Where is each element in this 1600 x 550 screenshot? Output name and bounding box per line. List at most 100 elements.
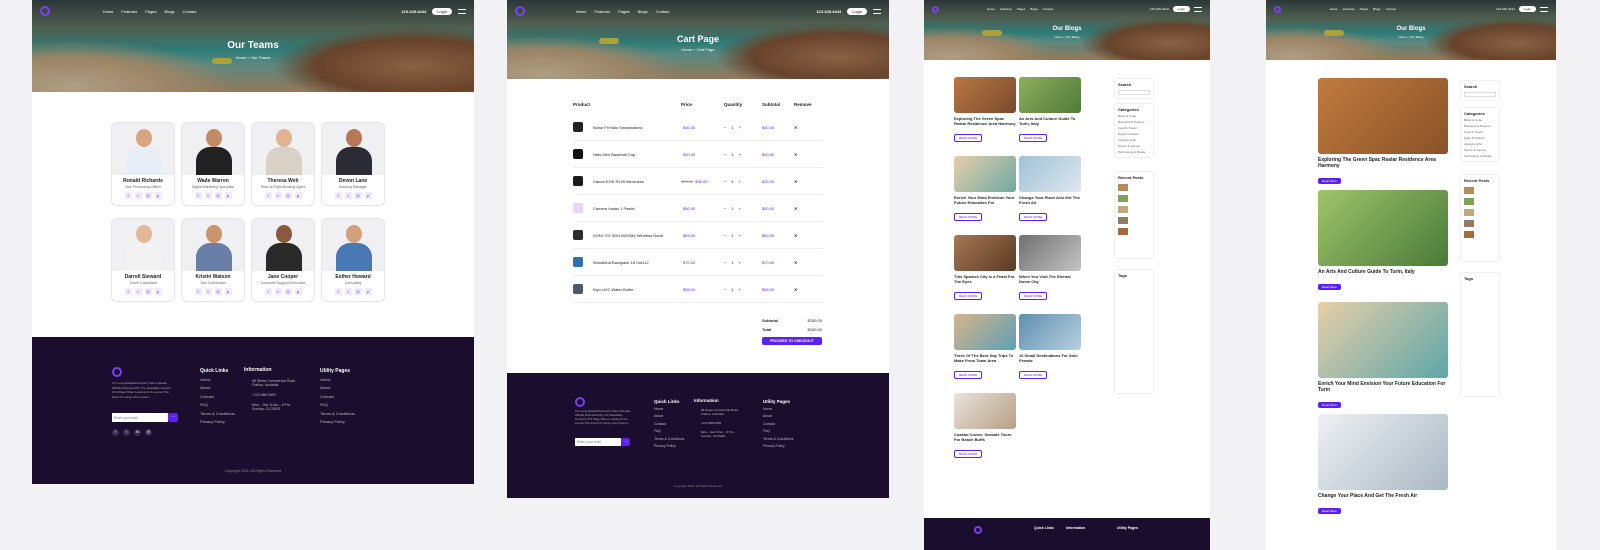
category-item[interactable]: Food & Travel [1464,130,1496,134]
blog-image[interactable] [1019,156,1081,192]
quantity-value[interactable]: 1 [731,206,733,211]
read-more-button[interactable]: READ MORE [954,292,983,300]
nav-pages[interactable]: Pages [1360,7,1369,11]
pinterest-icon[interactable]: p [154,192,162,199]
login-button[interactable]: Login [1518,6,1536,12]
product-thumbnail[interactable] [573,176,583,186]
product-thumbnail[interactable] [573,122,583,132]
quick-link-contact[interactable]: Contact [200,393,235,402]
category-item[interactable]: Sports & Games [1464,148,1496,152]
newsletter-email-input[interactable] [112,413,168,422]
nav-blogs[interactable]: Blogs [1030,7,1038,11]
quantity-value[interactable]: 1 [731,287,733,292]
twitter-icon[interactable]: t [344,288,352,295]
linkedin-icon[interactable]: in [134,429,141,436]
blog-image[interactable] [1019,235,1081,271]
nav-contact[interactable]: Contact [1043,7,1053,11]
product-name[interactable]: Woodland Backpack 18 Hot112 [593,260,681,265]
nav-contact[interactable]: Contact [1386,7,1396,11]
sidebar-search-input[interactable] [1118,90,1150,95]
blog-image[interactable] [954,314,1016,350]
quick-link-home[interactable]: Home [654,406,684,414]
category-item[interactable]: Business & Finance [1464,124,1496,128]
utility-link-terms[interactable]: Terms & Conditions [763,436,793,444]
blog-list-card[interactable]: Change Your Place And Get The Fresh Air … [1318,414,1448,517]
category-item[interactable]: Bicke & Cube [1118,114,1150,118]
utility-link-home[interactable]: Home [763,406,793,414]
utility-link-about[interactable]: About [763,413,793,421]
nav-features[interactable]: Features [1343,7,1355,11]
twitter-icon[interactable]: t [123,429,130,436]
team-member-card[interactable]: Jane Cooper Customer Support Executive f… [251,218,315,302]
logo-icon[interactable] [515,6,525,16]
breadcrumb[interactable]: Home > Our Blogs [1266,35,1556,39]
product-name[interactable]: Camera Instax 1 Pastel [593,206,681,211]
menu-icon[interactable] [458,8,466,14]
recent-post-thumb[interactable] [1118,217,1128,224]
blog-title[interactable]: An Arts And Culture Guide To Turin, Ital… [1019,116,1081,126]
read-more-button[interactable]: READ MORE [1019,134,1048,142]
pinterest-icon[interactable]: p [224,288,232,295]
increase-qty-button[interactable]: + [739,287,741,292]
recent-post-thumb[interactable] [1118,184,1128,191]
blog-image[interactable] [1019,77,1081,113]
newsletter-submit-button[interactable]: → [168,413,178,422]
quantity-value[interactable]: 1 [731,125,733,130]
blog-image[interactable] [1318,190,1448,266]
twitter-icon[interactable]: t [204,288,212,295]
category-item[interactable]: Lifestyle & Art [1118,138,1150,142]
logo-icon[interactable] [40,6,50,16]
nav-blogs[interactable]: Blogs [638,9,648,14]
facebook-icon[interactable]: f [194,288,202,295]
decrease-qty-button[interactable]: − [724,260,726,265]
category-item[interactable]: Technology & Media [1118,150,1150,154]
team-member-card[interactable]: Ronald Richards Vice Processing Officer … [111,122,175,206]
facebook-icon[interactable]: f [124,288,132,295]
read-more-button[interactable]: Read More [1318,402,1341,408]
menu-icon[interactable] [1194,6,1202,12]
quantity-value[interactable]: 1 [731,233,733,238]
category-item[interactable]: Lifestyle & Art [1464,142,1496,146]
category-item[interactable]: Style & Fashion [1464,136,1496,140]
facebook-icon[interactable]: f [264,288,272,295]
blog-image[interactable] [1318,414,1448,490]
blog-title[interactable]: 10 Small Destinations For Solo Female [1019,353,1081,363]
instagram-icon[interactable]: ◎ [354,288,362,295]
remove-item-icon[interactable]: ✕ [794,233,797,238]
pinterest-icon[interactable]: p [364,192,372,199]
remove-item-icon[interactable]: ✕ [794,260,797,265]
blog-card[interactable]: Exploring The Green Spac Realar Residenc… [954,77,1016,144]
remove-item-icon[interactable]: ✕ [794,206,797,211]
utility-link-terms[interactable]: Terms & Conditions [320,410,355,419]
blog-title[interactable]: Enrich Your Mind Envision Your Future Ed… [954,195,1016,205]
product-name[interactable]: Hats Men Baseball Cap [593,152,681,157]
quantity-value[interactable]: 1 [731,179,733,184]
read-more-button[interactable]: READ MORE [954,450,983,458]
decrease-qty-button[interactable]: − [724,125,726,130]
menu-icon[interactable] [873,8,881,14]
login-button[interactable]: Login [432,7,452,15]
quick-link-terms[interactable]: Terms & Conditions [200,410,235,419]
nav-features[interactable]: Features [1000,7,1012,11]
quantity-value[interactable]: 1 [731,260,733,265]
twitter-icon[interactable]: t [204,192,212,199]
nav-contact[interactable]: Contact [183,9,197,14]
quick-link-home[interactable]: Home [200,376,235,385]
increase-qty-button[interactable]: + [739,260,741,265]
team-member-card[interactable]: Wade Warren Digital Marketing Specialist… [181,122,245,206]
product-name[interactable]: Canon EOS R100 Mirrorless [593,179,681,184]
utility-link-privacy[interactable]: Privacy Policy [763,443,793,451]
instagram-icon[interactable]: ◎ [214,288,222,295]
breadcrumb[interactable]: Home > Cart Page [507,47,889,52]
blog-title[interactable]: Exploring The Green Spac Realar Residenc… [954,116,1016,126]
utility-link-faq[interactable]: FAQ [320,401,355,410]
footer-logo-icon[interactable] [974,526,982,534]
breadcrumb[interactable]: Home > Our Blogs [924,35,1210,39]
blog-card[interactable]: Three Of The Best Day Trips To Make From… [954,314,1016,381]
decrease-qty-button[interactable]: − [724,152,726,157]
remove-item-icon[interactable]: ✕ [794,125,797,130]
quick-link-privacy[interactable]: Privacy Policy [654,443,684,451]
quick-link-faq[interactable]: FAQ [654,428,684,436]
recent-post-thumb[interactable] [1464,231,1474,238]
read-more-button[interactable]: READ MORE [1019,213,1048,221]
